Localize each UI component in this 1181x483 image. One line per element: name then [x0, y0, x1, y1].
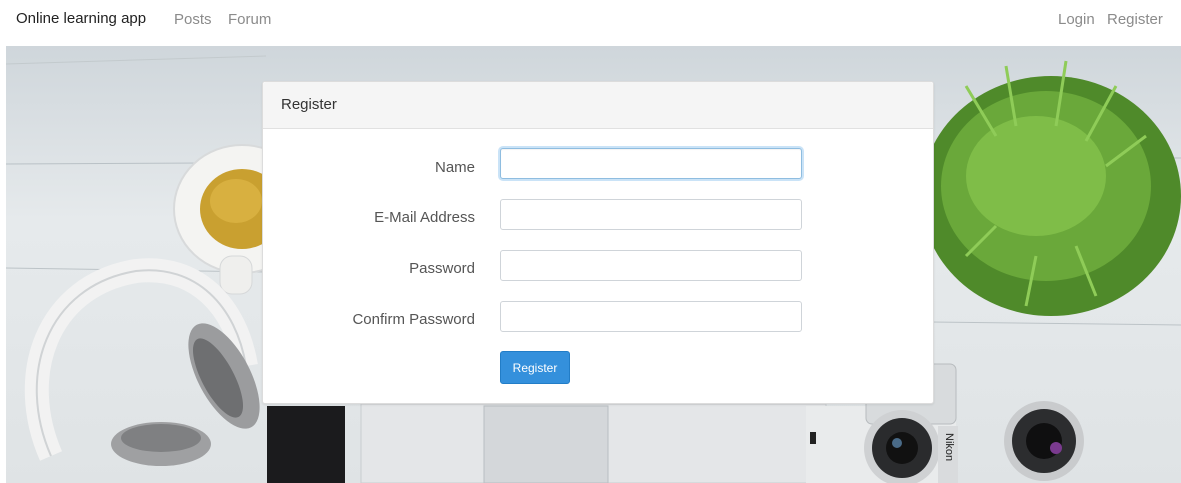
email-input[interactable]: [500, 199, 802, 230]
panel-heading: Register: [263, 82, 933, 129]
laptop: [360, 403, 827, 483]
panel-title: Register: [281, 96, 337, 113]
email-label: E-Mail Address: [374, 209, 475, 226]
register-panel: Register Name E-Mail Address Password Co…: [262, 81, 934, 404]
smartphone: [267, 406, 345, 483]
nav-link-forum[interactable]: Forum: [228, 11, 271, 28]
password-label: Password: [409, 260, 475, 277]
camera-lens: [1004, 401, 1084, 481]
name-label: Name: [434, 159, 475, 176]
headphones: [24, 258, 260, 466]
brand-link[interactable]: Online learning app: [16, 10, 146, 27]
confirm-password-input[interactable]: [500, 301, 802, 332]
nav-link-login[interactable]: Login: [1058, 11, 1095, 28]
password-input[interactable]: [500, 250, 802, 281]
camera-brand-label: Nikon: [943, 433, 955, 461]
nav-link-register[interactable]: Register: [1107, 11, 1163, 28]
register-button[interactable]: Register: [500, 351, 570, 384]
confirm-password-label: Confirm Password: [352, 311, 475, 328]
navbar: Online learning app Posts Forum Login Re…: [0, 0, 1181, 42]
name-input[interactable]: [500, 148, 802, 179]
nav-link-posts[interactable]: Posts: [174, 11, 212, 28]
grass-plant: [921, 60, 1181, 316]
